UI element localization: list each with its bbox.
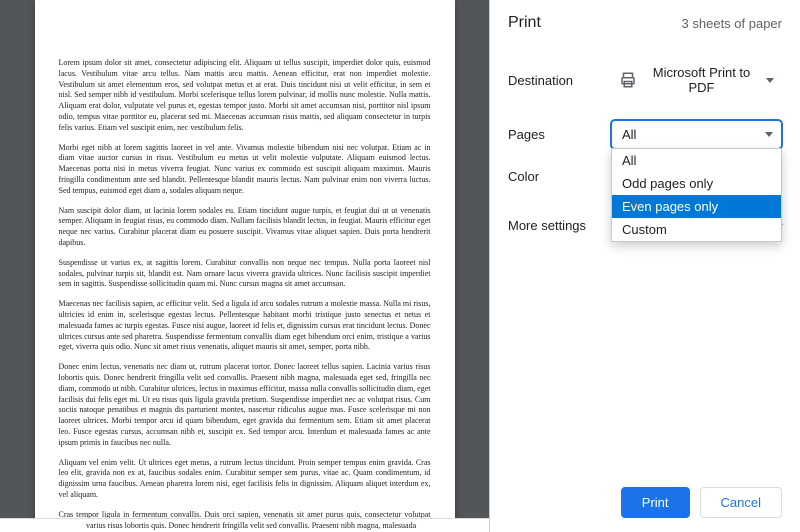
body-text: Aliquam vel enim velit. Ut ultrices eget…: [59, 458, 431, 501]
body-text: Maecenas nec facilisis sapien, ac effici…: [59, 299, 431, 353]
color-label: Color: [508, 169, 603, 184]
cancel-button[interactable]: Cancel: [700, 487, 782, 518]
body-text: Donec enim lectus, venenatis nec diam ut…: [59, 362, 431, 448]
caret-down-icon: [766, 78, 774, 83]
body-text: Morbi eget nibh at lorem sagittis laoree…: [59, 143, 431, 197]
dialog-title: Print: [508, 14, 541, 32]
print-preview-pane: Lorem ipsum dolor sit amet, consectetur …: [0, 0, 490, 532]
pages-option-odd[interactable]: Odd pages only: [612, 172, 781, 195]
pages-option-even[interactable]: Even pages only: [612, 195, 781, 218]
pages-label: Pages: [508, 127, 603, 142]
preview-page: Lorem ipsum dolor sit amet, consectetur …: [35, 0, 455, 532]
pages-option-custom[interactable]: Custom: [612, 218, 781, 241]
destination-select[interactable]: Microsoft Print to PDF: [611, 60, 782, 100]
body-text: Lorem ipsum dolor sit amet, consectetur …: [59, 58, 431, 134]
more-settings-label: More settings: [508, 218, 586, 233]
printer-icon: [619, 71, 637, 89]
body-text: Suspendisse ut varius ex, at sagittis lo…: [59, 258, 431, 290]
body-text: Nam suscipit dolor diam, ut lacinia lore…: [59, 206, 431, 249]
pages-option-all[interactable]: All: [612, 149, 781, 172]
sheet-count: 3 sheets of paper: [682, 16, 782, 31]
pages-value: All: [622, 127, 636, 142]
pages-dropdown: All Odd pages only Even pages only Custo…: [611, 148, 782, 242]
destination-value: Microsoft Print to PDF: [645, 65, 758, 95]
destination-label: Destination: [508, 73, 603, 88]
caret-down-icon: [765, 132, 773, 137]
print-button[interactable]: Print: [621, 487, 690, 518]
pages-select[interactable]: All: [611, 120, 782, 149]
print-settings-pane: Print 3 sheets of paper Destination Micr…: [490, 0, 800, 532]
underlying-page-text: varius risus lobortis quis. Donec hendre…: [0, 518, 489, 532]
